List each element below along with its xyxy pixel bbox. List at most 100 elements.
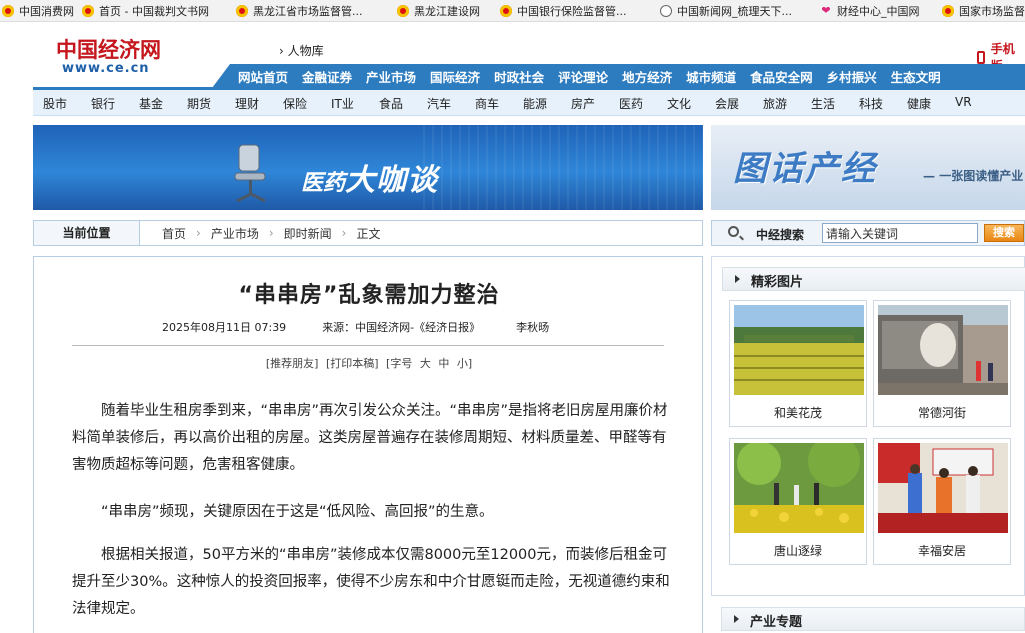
chair-icon	[234, 144, 266, 203]
picture-caption: 和美花茂	[773, 406, 822, 420]
breadcrumb: 当前位置 首页 › 产业市场 › 即时新闻 › 正文	[33, 220, 703, 246]
subnav-item[interactable]: 健康	[907, 95, 931, 112]
subnav-item[interactable]: 食品	[379, 95, 403, 112]
font-small-link[interactable]: 小]	[457, 357, 472, 370]
subnav-item[interactable]: 理财	[235, 95, 259, 112]
nav-item[interactable]: 产业市场	[366, 67, 416, 86]
emblem-icon	[82, 5, 94, 17]
nav-item[interactable]: 食品安全网	[750, 67, 813, 86]
site-logo[interactable]: 中国经济网 www.ce.cn	[56, 38, 161, 76]
article-source: 来源：中国经济网-《经济日报》	[322, 321, 481, 334]
picture-caption: 常德河街	[917, 406, 966, 420]
heart-icon: ❤	[821, 4, 831, 17]
section-header: 产业专题	[721, 607, 1025, 631]
subnav-item[interactable]: 旅游	[763, 95, 787, 112]
picture-caption: 唐山逐绿	[773, 544, 822, 558]
article-author: 李秋旸	[516, 321, 550, 334]
bookmark-item[interactable]: 黑龙江省市场监督管...	[236, 0, 363, 21]
article-paragraph: 根据相关报道，50平方米的“串串房”装修成本仅需8000元至12000元，而装修…	[72, 547, 670, 617]
picture-card[interactable]: 常德河街	[873, 300, 1011, 427]
sub-nav: 股市 银行 基金 期货 理财 保险 IT业 食品 汽车 商车 能源 房产 医药 …	[33, 90, 1025, 116]
medical-banner[interactable]: 医药 大咖谈	[33, 125, 703, 210]
subnav-item[interactable]: 能源	[523, 95, 547, 112]
nav-item[interactable]: 国际经济	[430, 67, 480, 86]
subnav-item[interactable]: 科技	[859, 95, 883, 112]
search-button[interactable]: 搜索	[984, 224, 1024, 242]
emblem-icon	[397, 5, 409, 17]
subnav-item[interactable]: 基金	[139, 95, 163, 112]
font-medium-link[interactable]: 中	[438, 357, 449, 370]
article-paragraph: 随着毕业生租房季到来，“串串房”再次引发公众关注。“串串房”是指将老旧房屋用廉价…	[72, 403, 668, 473]
logo-url: www.ce.cn	[62, 61, 150, 76]
nav-item[interactable]: 评论理论	[558, 67, 608, 86]
infographic-banner[interactable]: 图话产经 — 一张图读懂产业	[711, 125, 1025, 210]
breadcrumb-industry[interactable]: 产业市场	[211, 225, 259, 242]
subnav-item[interactable]: 银行	[91, 95, 115, 112]
subnav-item[interactable]: 会展	[715, 95, 739, 112]
nav-item[interactable]: 地方经济	[622, 67, 672, 86]
breadcrumb-label: 当前位置	[34, 221, 140, 245]
search-label: 中经搜索	[756, 228, 805, 242]
bookmark-item[interactable]: 中国银行保险监督管...	[500, 0, 627, 21]
subnav-item[interactable]: 生活	[811, 95, 835, 112]
picture-card[interactable]: 幸福安居	[873, 438, 1011, 565]
font-size-label: [字号	[386, 357, 413, 370]
bookmark-item[interactable]: ❤ 财经中心_中国网	[820, 0, 919, 21]
nav-item[interactable]: 网站首页	[238, 67, 288, 86]
subnav-item[interactable]: 医药	[619, 95, 643, 112]
subnav-item[interactable]: 文化	[667, 95, 691, 112]
chevron-right-icon: ›	[268, 226, 274, 240]
subnav-item[interactable]: 股市	[43, 95, 67, 112]
logo-text: 中国经济网	[56, 37, 161, 62]
search-icon	[728, 226, 739, 237]
subnav-item[interactable]: IT业	[331, 95, 354, 112]
subnav-item[interactable]: 期货	[187, 95, 211, 112]
flower-field-image	[734, 305, 864, 395]
emblem-icon	[236, 5, 248, 17]
nav-item[interactable]: 城市频道	[686, 67, 736, 86]
print-link[interactable]: [打印本稿]	[326, 357, 379, 370]
recommend-link[interactable]: [推荐朋友]	[266, 357, 319, 370]
picture-caption: 幸福安居	[917, 544, 966, 558]
breadcrumb-news[interactable]: 即时新闻	[284, 225, 332, 242]
street-image	[878, 305, 1008, 395]
bookmarks-bar: 中国消费网 首页 - 中国裁判文书网 黑龙江省市场监督管... 黑龙江建设网 中…	[0, 0, 1025, 22]
bookmark-item[interactable]: 中国新闻网_梳理天下...	[660, 0, 792, 21]
banner-text-b: 大咖谈	[345, 163, 439, 198]
banner-title: 图话产经	[733, 149, 877, 189]
main-nav: 网站首页 金融证券 产业市场 国际经济 时政社会 评论理论 地方经济 城市频道 …	[212, 64, 1025, 88]
subnav-item[interactable]: 商车	[475, 95, 499, 112]
subnav-item[interactable]: 保险	[283, 95, 307, 112]
emblem-icon	[500, 5, 512, 17]
article: “串串房”乱象需加力整治 2025年08月11日 07:39 来源：中国经济网-《…	[33, 256, 703, 633]
font-large-link[interactable]: 大	[420, 357, 431, 370]
divider	[72, 345, 664, 346]
site-search: 中经搜索 搜索	[711, 220, 1025, 246]
chevron-right-icon: ›	[341, 226, 347, 240]
subnav-item[interactable]: 房产	[571, 95, 595, 112]
nav-item[interactable]: 生态文明	[891, 67, 941, 86]
subnav-item[interactable]: 汽车	[427, 95, 451, 112]
people-link[interactable]: › 人物库	[279, 42, 324, 59]
nav-item[interactable]: 乡村振兴	[827, 67, 877, 86]
article-meta: 2025年08月11日 07:39 来源：中国经济网-《经济日报》 李秋旸	[162, 319, 585, 335]
nav-item[interactable]: 金融证券	[302, 67, 352, 86]
bookmark-item[interactable]: 首页 - 中国裁判文书网	[82, 0, 209, 21]
bookmark-item[interactable]: 国家市场监督	[942, 0, 1025, 21]
breadcrumb-current: 正文	[356, 226, 381, 241]
subnav-item[interactable]: VR	[955, 95, 972, 109]
community-image	[878, 443, 1008, 533]
article-paragraph: “串串房”频现，关键原因在于这是“低风险、高回报”的生意。	[101, 504, 494, 520]
picture-card[interactable]: 唐山逐绿	[729, 438, 867, 565]
chevron-right-icon: ›	[196, 226, 201, 240]
arrow-right-icon	[734, 615, 739, 623]
bookmark-item[interactable]: 中国消费网	[2, 0, 74, 21]
breadcrumb-home[interactable]: 首页	[162, 225, 186, 242]
search-input[interactable]	[822, 223, 978, 243]
article-date: 2025年08月11日 07:39	[162, 321, 287, 334]
phone-icon	[977, 50, 985, 64]
section-header: 精彩图片	[722, 267, 1025, 291]
bookmark-item[interactable]: 黑龙江建设网	[397, 0, 480, 21]
nav-item[interactable]: 时政社会	[494, 67, 544, 86]
picture-card[interactable]: 和美花茂	[729, 300, 867, 427]
